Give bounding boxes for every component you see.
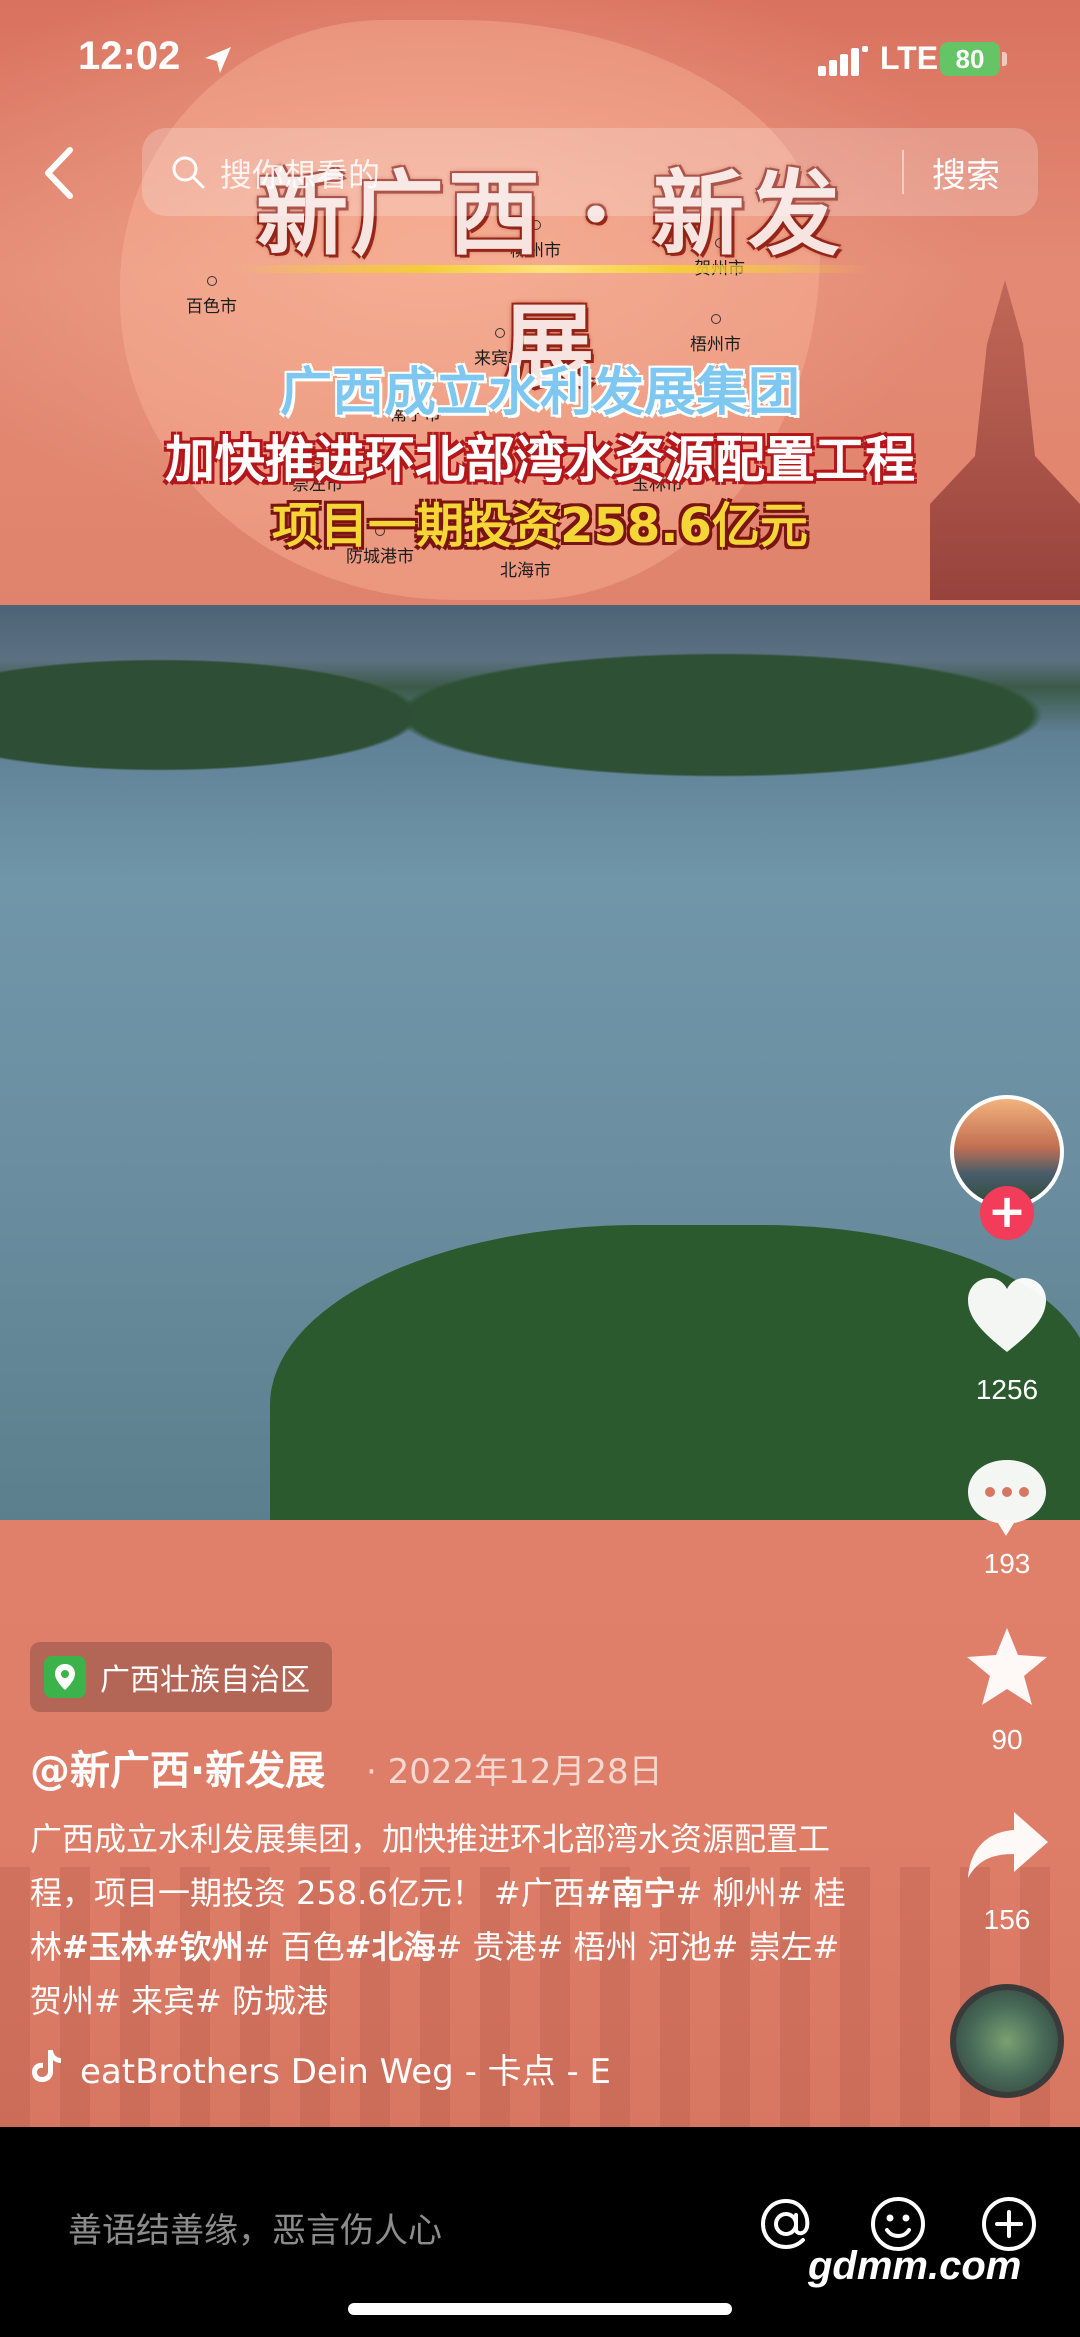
status-bar: 12:02 LTE 80 xyxy=(0,0,1080,120)
search-divider xyxy=(902,150,904,194)
network-type: LTE xyxy=(880,40,939,76)
battery-cap xyxy=(1002,52,1007,66)
video-headline-1: 广西成立水利发展集团 xyxy=(279,363,800,423)
like-count: 1256 xyxy=(975,1374,1039,1405)
tiktok-note-icon xyxy=(32,2050,61,2082)
location-label: 广西壮族自治区 xyxy=(100,1663,310,1698)
home-indicator[interactable] xyxy=(348,2303,732,2315)
video-headline-3: 项目一期投资258.6亿元 xyxy=(272,498,808,554)
favorite-star-icon[interactable] xyxy=(962,1622,1052,1712)
hashtag-link[interactable]: #玉林#钦州 xyxy=(62,1928,244,1966)
comment-count: 193 xyxy=(983,1548,1031,1579)
post-description[interactable]: 广西成立水利发展集团，加快推进环北部湾水资源配置工程，项目一期投资 258.6亿… xyxy=(30,1812,850,2028)
search-button[interactable]: 搜索 xyxy=(932,148,1000,197)
share-arrow-icon[interactable] xyxy=(962,1802,1052,1892)
map-city-label: 北海市 xyxy=(500,540,551,581)
location-pin-icon xyxy=(44,1656,86,1698)
location-arrow-icon xyxy=(205,47,231,73)
search-icon xyxy=(172,156,205,189)
description-text: # 百色 xyxy=(243,1928,345,1966)
music-title: eatBrothers Dein Weg - 卡点 - E xyxy=(80,2052,612,2090)
location-tag[interactable]: 广西壮族自治区 xyxy=(30,1642,332,1712)
douyin-video-page: 百色市 柳州市 贺州市 梧州市 来宾市 南宁市 崇左市 玉林市 防城港市 北海市… xyxy=(0,0,1080,2337)
music-info[interactable]: eatBrothers Dein Weg - 卡点 - E xyxy=(30,2042,640,2090)
share-count: 156 xyxy=(983,1904,1031,1935)
signal-icon xyxy=(818,46,868,76)
battery-indicator: 80 xyxy=(940,42,1000,76)
lake-aerial-video[interactable] xyxy=(0,605,1080,1865)
watermark: gdmm.com xyxy=(808,2244,1022,2288)
status-time: 12:02 xyxy=(78,34,181,78)
gold-divider xyxy=(230,265,870,273)
comment-input[interactable]: 善语结善缘，恶言伤人心 xyxy=(68,2203,442,2252)
search-input[interactable]: 搜你想看的 搜索 xyxy=(142,128,1038,216)
hashtag-link[interactable]: #北海 xyxy=(345,1928,436,1966)
hashtag-link[interactable]: #南宁 xyxy=(585,1874,676,1912)
like-heart-icon[interactable] xyxy=(962,1272,1052,1362)
post-date: · 2022年12月28日 xyxy=(366,1752,663,1792)
follow-button[interactable]: + xyxy=(980,1186,1034,1240)
search-placeholder: 搜你想看的 xyxy=(220,156,381,194)
author-name[interactable]: @新广西·新发展 xyxy=(30,1738,325,1796)
back-button[interactable] xyxy=(30,138,90,208)
music-disc[interactable] xyxy=(950,1984,1064,2098)
video-headline-2: 加快推进环北部湾水资源配置工程 xyxy=(165,431,915,489)
favorite-count: 90 xyxy=(991,1724,1023,1755)
comment-bubble-icon[interactable] xyxy=(962,1452,1052,1542)
